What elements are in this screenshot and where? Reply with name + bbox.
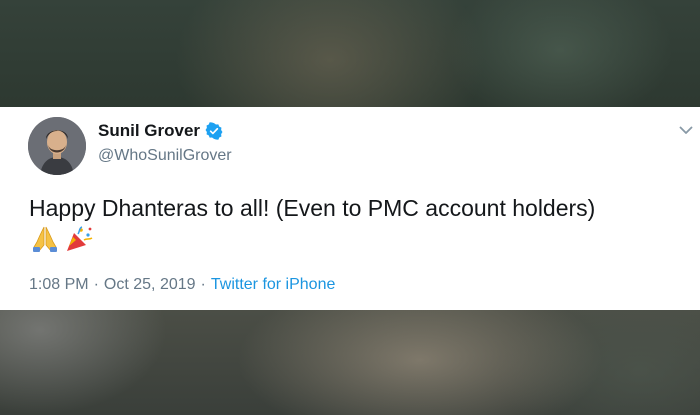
author-name[interactable]: Sunil Grover bbox=[98, 121, 200, 141]
avatar[interactable] bbox=[28, 117, 86, 175]
author-handle[interactable]: @WhoSunilGrover bbox=[98, 147, 232, 165]
tweet-text: Happy Dhanteras to all! (Even to PMC acc… bbox=[29, 195, 596, 221]
tweet-date[interactable]: Oct 25, 2019 bbox=[104, 276, 196, 294]
folded-hands-emoji bbox=[29, 224, 61, 254]
tweet-card: Sunil Grover @WhoSunilGrover Happy Dhant… bbox=[0, 107, 700, 310]
party-popper-emoji bbox=[63, 224, 95, 254]
tweet-source-link[interactable]: Twitter for iPhone bbox=[211, 276, 336, 294]
tweet-meta: 1:08 PM · Oct 25, 2019 · Twitter for iPh… bbox=[29, 276, 335, 294]
chevron-down-icon[interactable] bbox=[676, 123, 696, 137]
meta-separator: · bbox=[93, 276, 99, 293]
meta-separator: · bbox=[200, 276, 206, 293]
emoji-row bbox=[29, 224, 95, 254]
author-row: Sunil Grover bbox=[98, 121, 223, 141]
verified-badge-icon bbox=[205, 122, 223, 140]
tweet-time[interactable]: 1:08 PM bbox=[29, 276, 89, 294]
